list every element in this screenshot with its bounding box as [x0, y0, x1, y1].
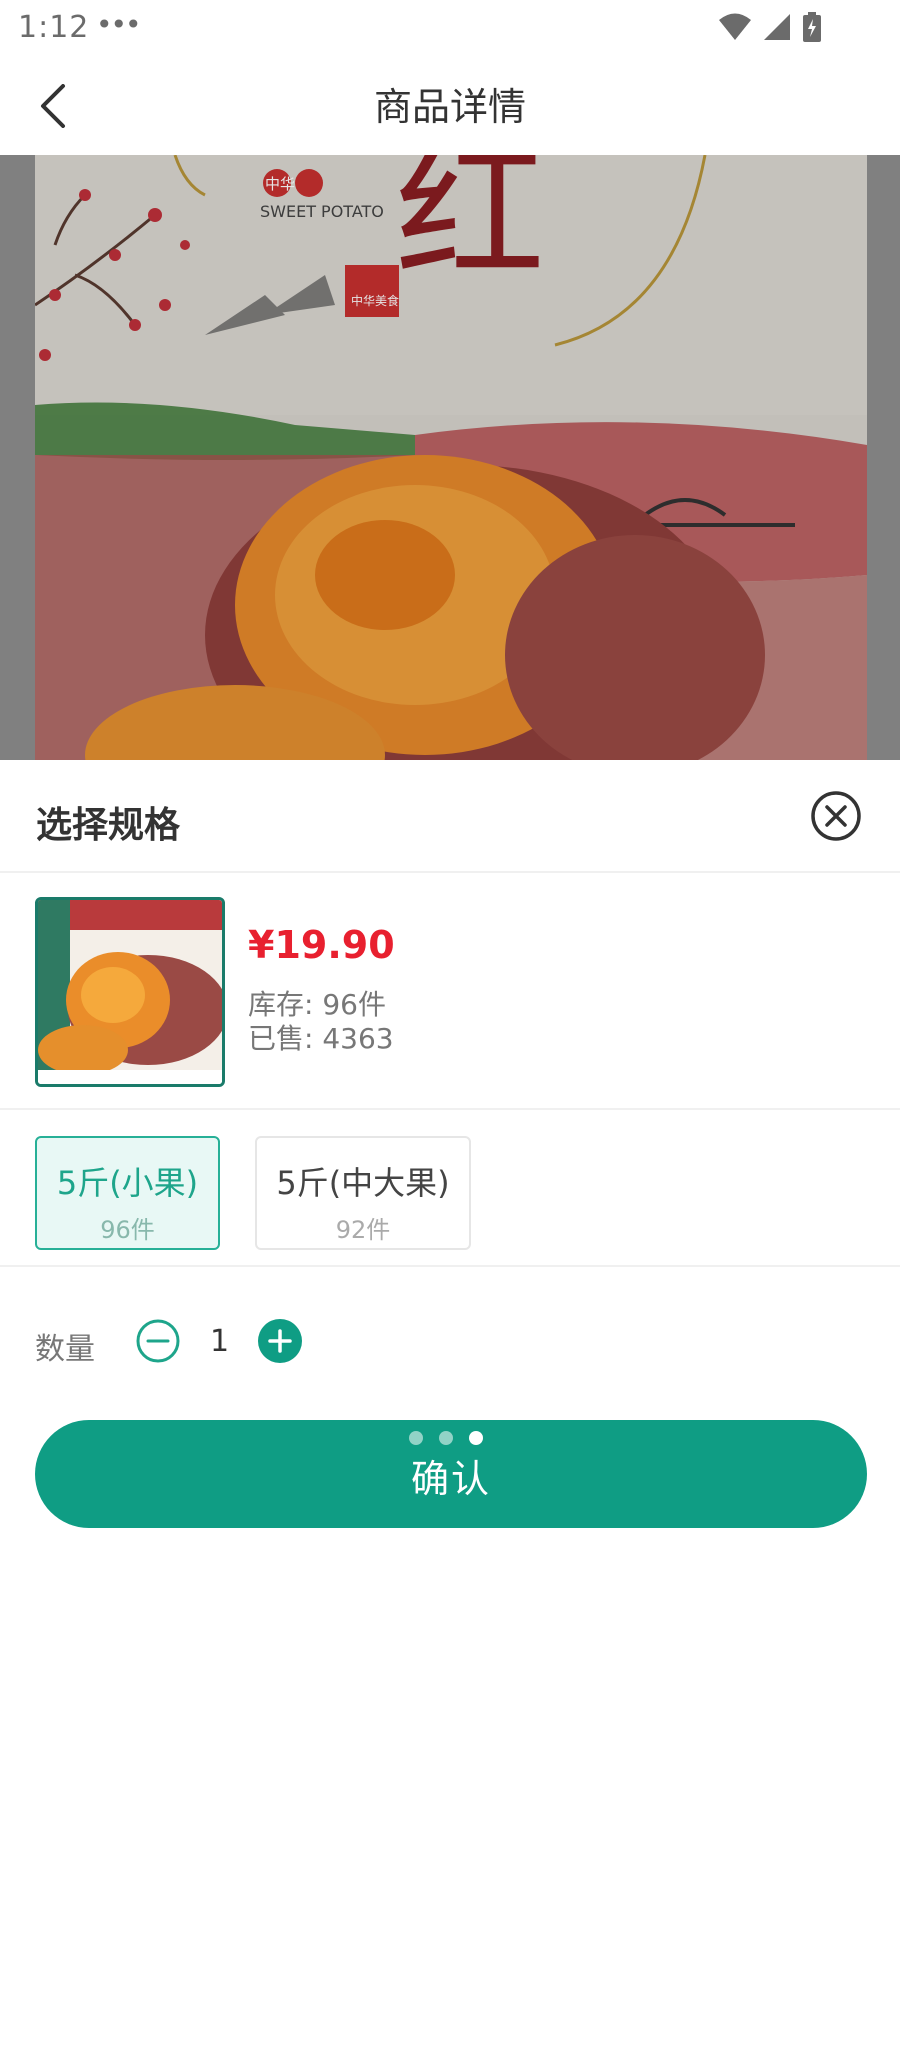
- sheet-title: 选择规格: [36, 805, 181, 846]
- product-price: ¥19.90: [248, 923, 395, 967]
- close-button[interactable]: [810, 790, 862, 842]
- confirm-button-label: 确认: [410, 1457, 491, 1501]
- signal-icon: [764, 14, 790, 40]
- spec-option-name: 5斤(小果): [56, 1164, 199, 1202]
- pager-dot: [409, 1431, 423, 1445]
- sheet-header: 选择规格: [0, 760, 900, 873]
- spec-option-name: 5斤(中大果): [276, 1164, 450, 1202]
- spec-option-stock: 96件: [100, 1216, 155, 1244]
- quantity-increase-button[interactable]: [257, 1318, 303, 1364]
- quantity-stepper: 数量 1: [0, 1288, 900, 1398]
- quantity-decrease-button[interactable]: [135, 1318, 181, 1364]
- pager-dot: [439, 1431, 453, 1445]
- plus-circle-icon: [258, 1319, 302, 1363]
- minus-circle-icon: [136, 1319, 180, 1363]
- quantity-value[interactable]: 1: [210, 1324, 229, 1359]
- spec-options: 5斤(小果) 96件 5斤(中大果) 92件: [0, 1110, 900, 2068]
- spec-option-medium-large[interactable]: 5斤(中大果) 92件: [255, 1136, 471, 1250]
- pager-dot: [469, 1431, 483, 1445]
- spec-options-row: 5斤(小果) 96件 5斤(中大果) 92件: [0, 1110, 900, 1267]
- image-pager-dots: [409, 1431, 483, 1445]
- sweet-potato-thumbnail-image: [38, 900, 222, 1084]
- modal-overlay[interactable]: [0, 155, 900, 760]
- quantity-label: 数量: [35, 1332, 95, 1367]
- close-circle-icon: [811, 791, 861, 841]
- product-summary: ¥19.90 库存: 96件 已售: 4363: [0, 873, 900, 1110]
- title-bar: 商品详情: [0, 56, 900, 156]
- battery-icon: [803, 12, 821, 42]
- page-title: 商品详情: [373, 85, 526, 129]
- spec-option-small[interactable]: 5斤(小果) 96件: [35, 1136, 220, 1250]
- spec-option-stock: 92件: [335, 1216, 391, 1244]
- status-time: 1:12: [18, 10, 90, 45]
- product-thumbnail: [35, 897, 225, 1087]
- wifi-icon: [719, 13, 751, 40]
- status-icons: [718, 12, 822, 42]
- status-bar: 1:12 •••: [0, 0, 900, 56]
- product-image-carousel[interactable]: 红 中华 SWEET POTATO 中华美食: [0, 155, 900, 760]
- spec-selection-sheet: 选择规格 ¥19.90 库存: 96件 已售: 4363 5斤(小果) 96件 …: [0, 760, 900, 1600]
- product-sold-count: 已售: 4363: [248, 1022, 394, 1055]
- status-more-dots: •••: [96, 8, 142, 41]
